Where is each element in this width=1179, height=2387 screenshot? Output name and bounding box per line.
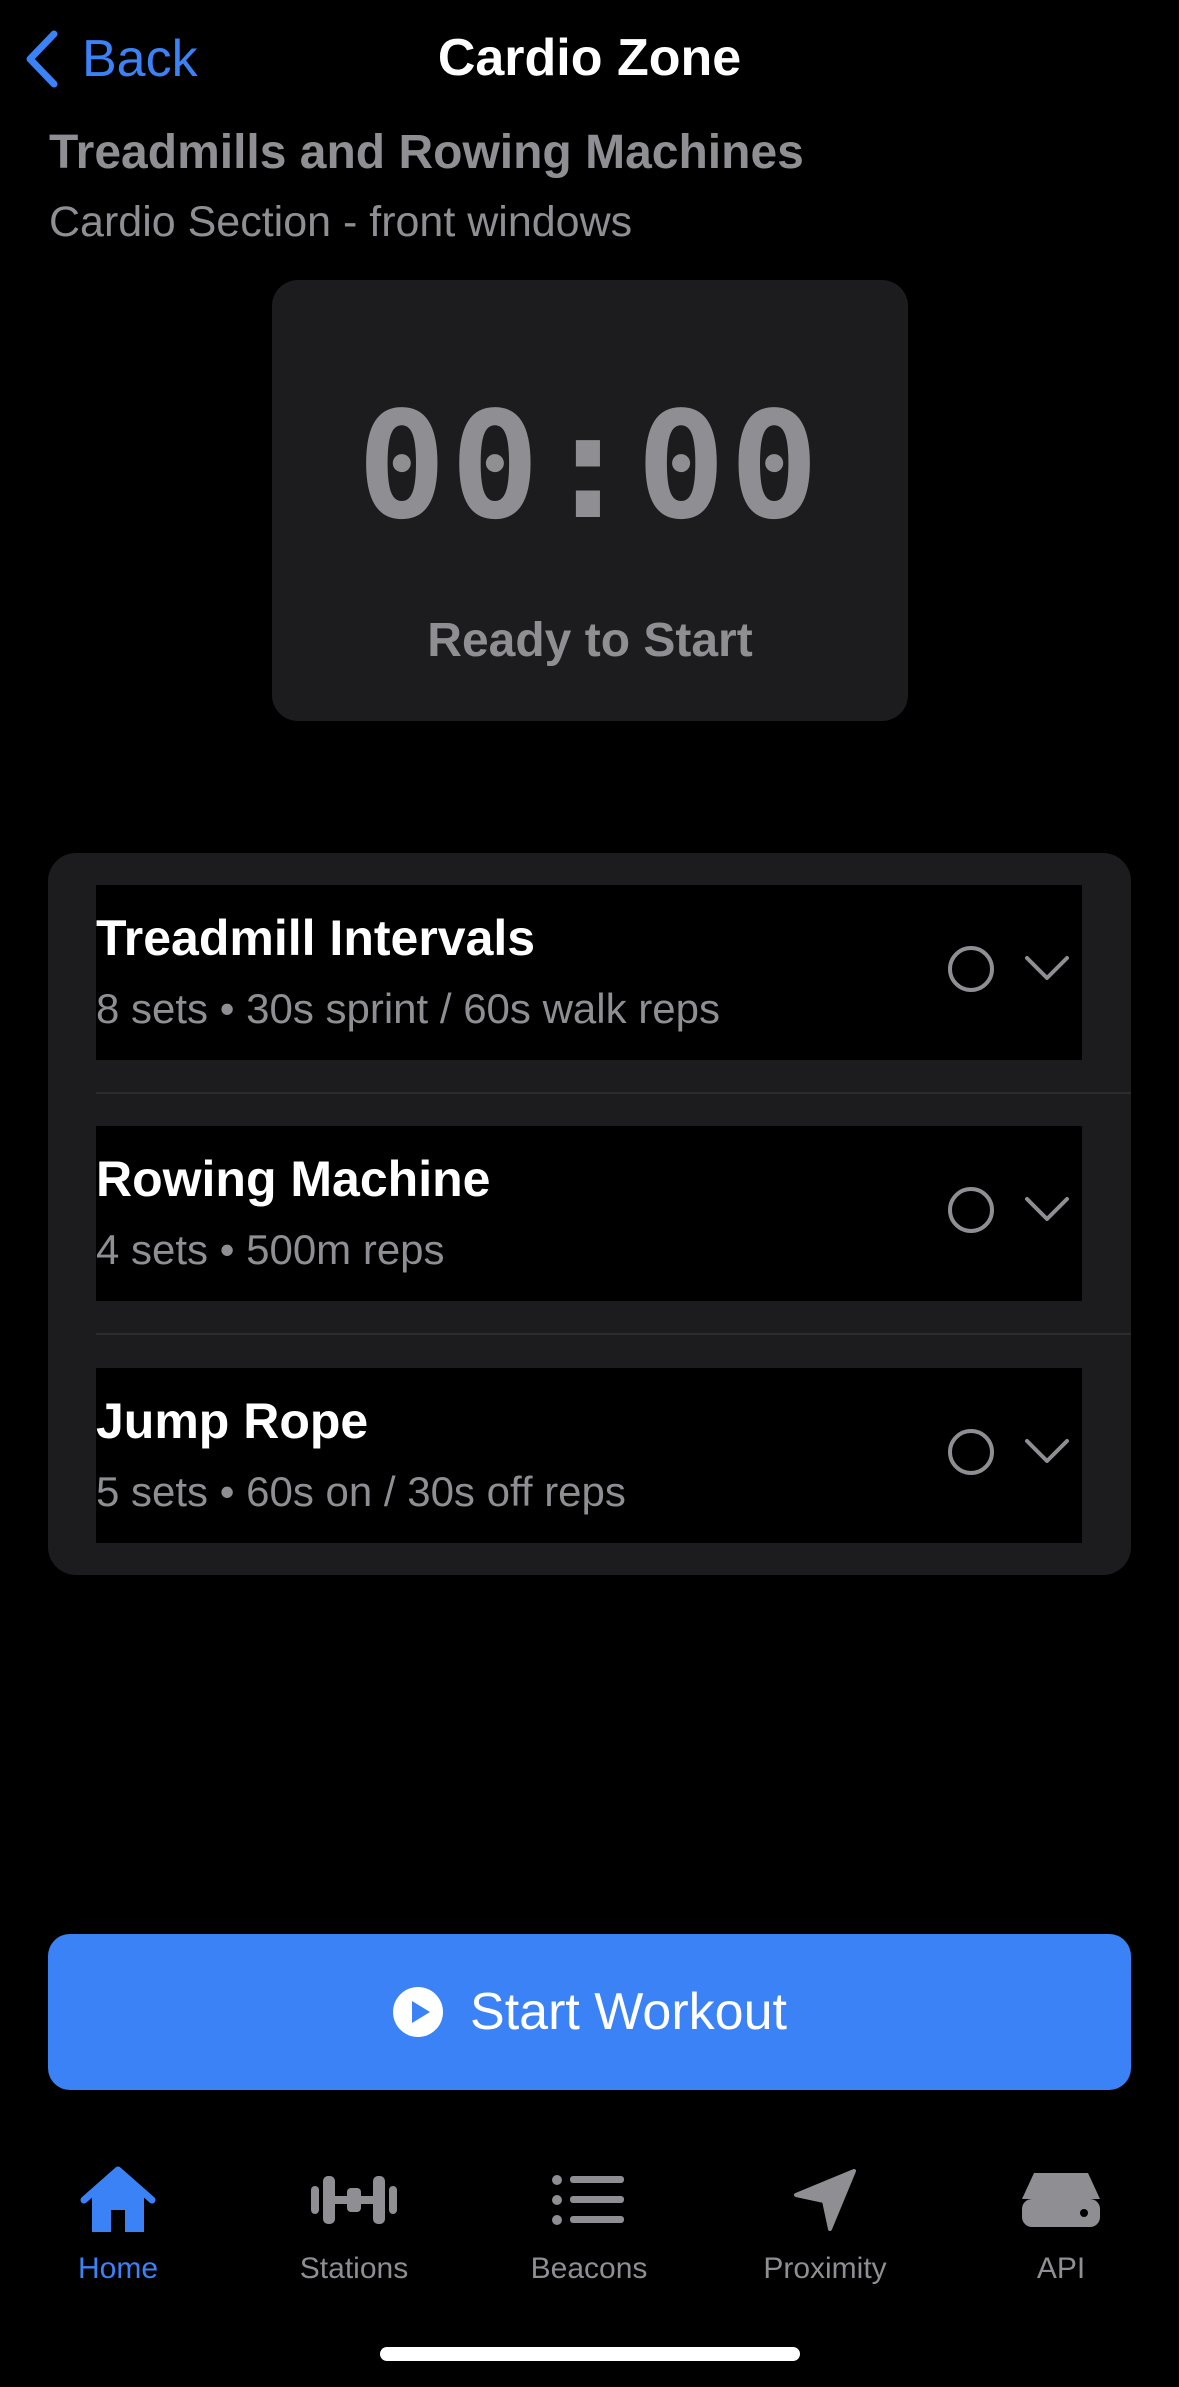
exercise-detail: 4 sets • 500m reps	[96, 1226, 445, 1273]
exercise-title: Rowing Machine	[96, 1151, 491, 1207]
tab-stations[interactable]: Stations	[236, 2160, 472, 2290]
chevron-down-icon[interactable]	[1024, 955, 1070, 983]
tab-api[interactable]: API	[943, 2160, 1179, 2290]
page-title: Cardio Zone	[437, 29, 742, 87]
tab-label: API	[1036, 2252, 1086, 2285]
station-location: Cardio Section - front windows	[49, 198, 633, 246]
start-workout-label: Start Workout	[470, 1983, 787, 2041]
exercise-title: Jump Rope	[96, 1393, 369, 1449]
navigation-bar: Back Cardio Zone	[0, 0, 1179, 120]
timer-card: 00:00 Ready to Start	[272, 280, 908, 721]
start-workout-button[interactable]: Start Workout	[48, 1934, 1131, 2090]
tab-label: Stations	[299, 2252, 409, 2285]
dumbbell-icon	[311, 2176, 397, 2224]
exercise-detail: 5 sets • 60s on / 30s off reps	[96, 1468, 626, 1515]
chevron-down-icon[interactable]	[1024, 1196, 1070, 1224]
exercise-row-jump-rope[interactable]: Jump Rope 5 sets • 60s on / 30s off reps	[96, 1368, 1082, 1543]
tab-beacons[interactable]: Beacons	[471, 2160, 707, 2290]
exercise-row-treadmill-intervals[interactable]: Treadmill Intervals 8 sets • 30s sprint …	[96, 885, 1082, 1060]
timer-display: 00:00	[357, 380, 823, 552]
play-circle-icon	[393, 1987, 444, 2037]
divider	[96, 1092, 1131, 1094]
exercise-title: Treadmill Intervals	[96, 910, 536, 966]
tab-proximity[interactable]: Proximity	[707, 2160, 943, 2290]
completion-circle-icon[interactable]	[948, 1187, 994, 1233]
tab-label: Beacons	[530, 2252, 648, 2285]
exercise-list: Treadmill Intervals 8 sets • 30s sprint …	[48, 853, 1131, 1575]
divider	[96, 1333, 1131, 1335]
exercise-row-rowing-machine[interactable]: Rowing Machine 4 sets • 500m reps	[96, 1126, 1082, 1301]
tab-bar: Home Stations Beacons Proximity API	[0, 2150, 1179, 2300]
tab-home[interactable]: Home	[0, 2160, 236, 2290]
station-name: Treadmills and Rowing Machines	[49, 126, 804, 179]
location-arrow-icon	[794, 2169, 856, 2231]
exercise-detail: 8 sets • 30s sprint / 60s walk reps	[96, 985, 720, 1032]
list-icon	[552, 2175, 624, 2225]
tab-label: Home	[77, 2252, 159, 2285]
home-indicator[interactable]	[380, 2347, 800, 2361]
completion-circle-icon[interactable]	[948, 1429, 994, 1475]
completion-circle-icon[interactable]	[948, 946, 994, 992]
house-icon	[80, 2166, 156, 2232]
timer-status: Ready to Start	[427, 614, 753, 667]
tab-label: Proximity	[763, 2252, 887, 2285]
server-icon	[1022, 2173, 1100, 2227]
chevron-down-icon[interactable]	[1024, 1438, 1070, 1466]
